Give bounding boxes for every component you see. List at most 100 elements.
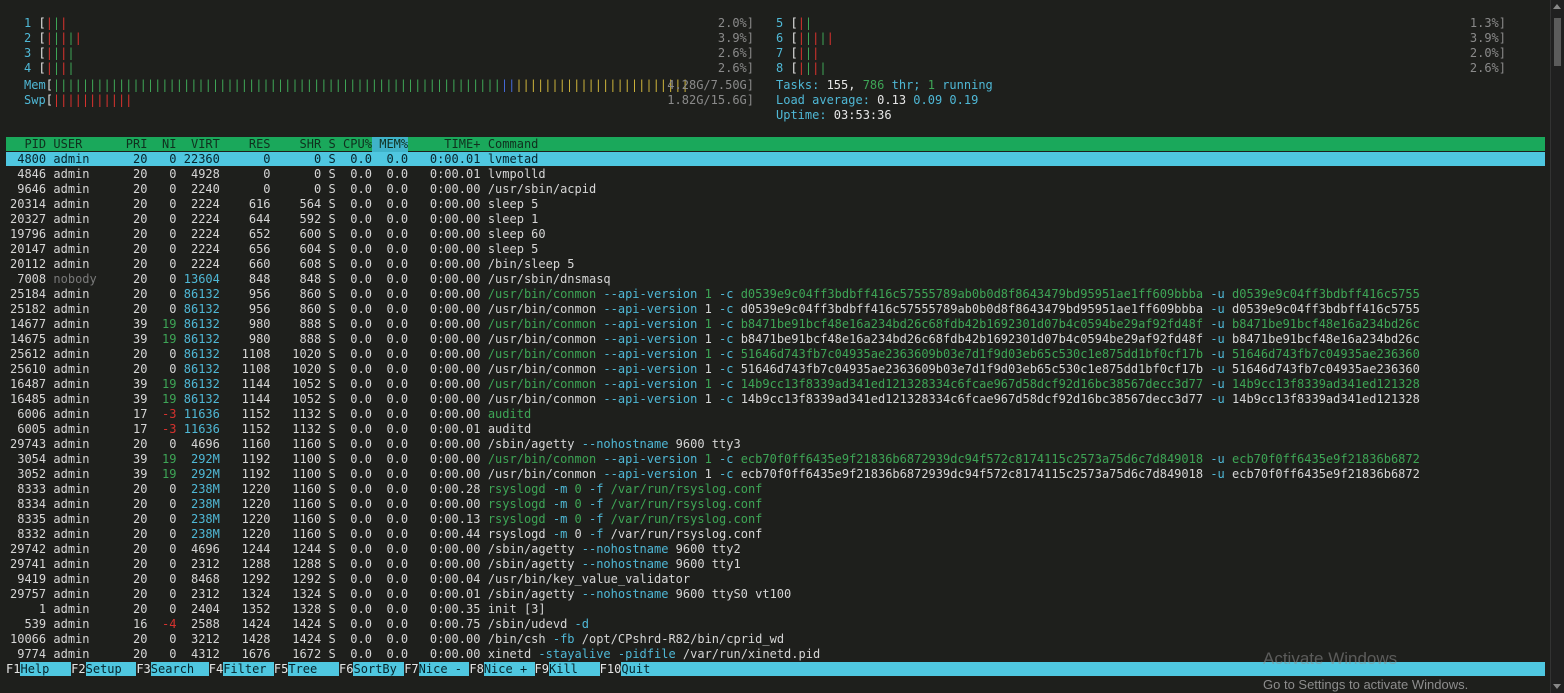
process-virt: 292M: [176, 452, 220, 466]
column-header-virt[interactable]: VIRT: [177, 137, 220, 152]
fkey-label-help[interactable]: Help: [20, 662, 49, 676]
scroll-up-icon[interactable]: [1553, 4, 1561, 9]
process-s: S: [321, 497, 336, 511]
process-user: admin: [46, 647, 112, 661]
process-row[interactable]: 25184 admin 20 0 86132 956 860 S 0.0 0.0…: [6, 287, 1545, 302]
process-user: admin: [46, 392, 112, 406]
process-ni: 0: [147, 482, 177, 496]
process-row[interactable]: 4800 admin 20 0 22360 0 0 S 0.0 0.0 0:00…: [6, 152, 1545, 166]
process-shr: 0: [270, 182, 322, 196]
process-row[interactable]: 10066 admin 20 0 3212 1428 1424 S 0.0 0.…: [6, 632, 1545, 647]
fkey-label-setup[interactable]: Setup: [86, 662, 122, 676]
column-header-pid[interactable]: PID: [10, 137, 46, 152]
process-row[interactable]: 6005 admin 17 -3 11636 1152 1132 S 0.0 0…: [6, 422, 1545, 437]
process-row[interactable]: 9646 admin 20 0 2240 0 0 S 0.0 0.0 0:00.…: [6, 182, 1545, 197]
column-header-user[interactable]: USER: [46, 137, 111, 152]
process-ni: 0: [147, 497, 177, 511]
column-header-shr[interactable]: SHR: [271, 137, 322, 152]
fkey-label-nice[interactable]: Nice +: [484, 662, 527, 676]
process-row[interactable]: 3052 admin 39 19 292M 1192 1100 S 0.0 0.…: [6, 467, 1545, 482]
fkey-label-search[interactable]: Search: [151, 662, 194, 676]
process-res: 1192: [219, 452, 271, 466]
process-row[interactable]: 14675 admin 39 19 86132 980 888 S 0.0 0.…: [6, 332, 1545, 347]
process-row[interactable]: 20147 admin 20 0 2224 656 604 S 0.0 0.0 …: [6, 242, 1545, 257]
process-row[interactable]: 19796 admin 20 0 2224 652 600 S 0.0 0.0 …: [6, 227, 1545, 242]
process-cmd: /usr/bin/conmon --api-version 1 -c 51646…: [480, 347, 1420, 361]
fkey-label-sortby[interactable]: SortBy: [354, 662, 397, 676]
fkey-label-kill[interactable]: Kill: [549, 662, 578, 676]
process-row[interactable]: 29742 admin 20 0 4696 1244 1244 S 0.0 0.…: [6, 542, 1545, 557]
process-row[interactable]: 539 admin 16 -4 2588 1424 1424 S 0.0 0.0…: [6, 617, 1545, 632]
process-row[interactable]: 29741 admin 20 0 2312 1288 1288 S 0.0 0.…: [6, 557, 1545, 572]
process-row[interactable]: 1 admin 20 0 2404 1352 1328 S 0.0 0.0 0:…: [6, 602, 1545, 617]
fkey-label-quit[interactable]: Quit: [621, 662, 650, 676]
cpu-meter-3: 3 [||||: [24, 46, 75, 61]
process-ni: 19: [147, 332, 177, 346]
process-pri: 20: [111, 197, 148, 211]
process-shr: 888: [270, 332, 322, 346]
process-shr: 608: [270, 257, 322, 271]
process-row[interactable]: 3054 admin 39 19 292M 1192 1100 S 0.0 0.…: [6, 452, 1545, 467]
process-pid: 29757: [10, 587, 47, 601]
fkey-f6[interactable]: F6: [339, 662, 354, 676]
fkey-f1[interactable]: F1: [6, 662, 21, 676]
process-row[interactable]: 29757 admin 20 0 2312 1324 1324 S 0.0 0.…: [6, 587, 1545, 602]
process-virt: 11636: [176, 407, 220, 421]
column-header-res[interactable]: RES: [220, 137, 271, 152]
process-row[interactable]: 9419 admin 20 0 8468 1292 1292 S 0.0 0.0…: [6, 572, 1545, 587]
fkey-f10[interactable]: F10: [599, 662, 622, 676]
process-row[interactable]: 16485 admin 39 19 86132 1144 1052 S 0.0 …: [6, 392, 1545, 407]
process-table-header[interactable]: PID USER PRI NI VIRT RES SHR S CPU% MEM%…: [6, 137, 1545, 152]
process-row[interactable]: 8332 admin 20 0 238M 1220 1160 S 0.0 0.0…: [6, 527, 1545, 542]
cpu-meter-bars: ||: [797, 16, 813, 30]
fkey-f8[interactable]: F8: [469, 662, 484, 676]
process-res: 956: [219, 302, 271, 316]
process-row[interactable]: 29743 admin 20 0 4696 1160 1160 S 0.0 0.…: [6, 437, 1545, 452]
process-row[interactable]: 25612 admin 20 0 86132 1108 1020 S 0.0 0…: [6, 347, 1545, 362]
column-header-command[interactable]: Command: [481, 137, 539, 152]
process-ni: 0: [147, 182, 177, 196]
fkey-f2[interactable]: F2: [71, 662, 86, 676]
fkey-label-filter[interactable]: Filter: [223, 662, 266, 676]
process-cmd: /usr/sbin/dnsmasq: [480, 272, 611, 286]
column-header-cpu-[interactable]: CPU%: [336, 137, 372, 152]
column-header-pri[interactable]: PRI: [111, 137, 148, 152]
column-header-mem-[interactable]: MEM%: [372, 137, 409, 152]
process-shr: 860: [270, 287, 322, 301]
fkey-f7[interactable]: F7: [404, 662, 419, 676]
process-row[interactable]: 14677 admin 39 19 86132 980 888 S 0.0 0.…: [6, 317, 1545, 332]
fkey-f4[interactable]: F4: [208, 662, 224, 676]
column-header-s[interactable]: S: [321, 137, 336, 152]
process-mem: 0.0: [372, 347, 409, 361]
process-row[interactable]: 7008 nobody 20 0 13604 848 848 S 0.0 0.0…: [6, 272, 1545, 287]
process-row[interactable]: 6006 admin 17 -3 11636 1152 1132 S 0.0 0…: [6, 407, 1545, 422]
process-row[interactable]: 8333 admin 20 0 238M 1220 1160 S 0.0 0.0…: [6, 482, 1545, 497]
process-res: 980: [219, 332, 271, 346]
process-pid: 8335: [10, 512, 47, 526]
scrollbar-thumb[interactable]: [1554, 18, 1561, 66]
process-row[interactable]: 20112 admin 20 0 2224 660 608 S 0.0 0.0 …: [6, 257, 1545, 272]
process-row[interactable]: 8335 admin 20 0 238M 1220 1160 S 0.0 0.0…: [6, 512, 1545, 527]
terminal-scrollbar[interactable]: [1550, 0, 1564, 693]
process-row[interactable]: 8334 admin 20 0 238M 1220 1160 S 0.0 0.0…: [6, 497, 1545, 512]
process-row[interactable]: 4846 admin 20 0 4928 0 0 S 0.0 0.0 0:00.…: [6, 167, 1545, 182]
fkey-f3[interactable]: F3: [136, 662, 151, 676]
process-time: 0:00.00: [408, 377, 481, 391]
process-row[interactable]: 20314 admin 20 0 2224 616 564 S 0.0 0.0 …: [6, 197, 1545, 212]
process-row[interactable]: 16487 admin 39 19 86132 1144 1052 S 0.0 …: [6, 377, 1545, 392]
fkey-label-nice[interactable]: Nice -: [419, 662, 462, 676]
process-mem: 0.0: [372, 632, 409, 646]
process-row[interactable]: 20327 admin 20 0 2224 644 592 S 0.0 0.0 …: [6, 212, 1545, 227]
process-virt: 2312: [176, 587, 220, 601]
process-row[interactable]: 9774 admin 20 0 4312 1676 1672 S 0.0 0.0…: [6, 647, 1545, 662]
process-row[interactable]: 25182 admin 20 0 86132 956 860 S 0.0 0.0…: [6, 302, 1545, 317]
fkey-label-tree[interactable]: Tree: [288, 662, 317, 676]
column-header-ni[interactable]: NI: [148, 137, 176, 152]
fkey-f9[interactable]: F9: [534, 662, 549, 676]
process-row[interactable]: 25610 admin 20 0 86132 1108 1020 S 0.0 0…: [6, 362, 1545, 377]
fkey-f5[interactable]: F5: [273, 662, 289, 676]
process-pri: 39: [111, 332, 148, 346]
scroll-down-icon[interactable]: [1553, 684, 1561, 689]
column-header-time-[interactable]: TIME+: [408, 137, 480, 152]
process-user: admin: [46, 182, 112, 196]
